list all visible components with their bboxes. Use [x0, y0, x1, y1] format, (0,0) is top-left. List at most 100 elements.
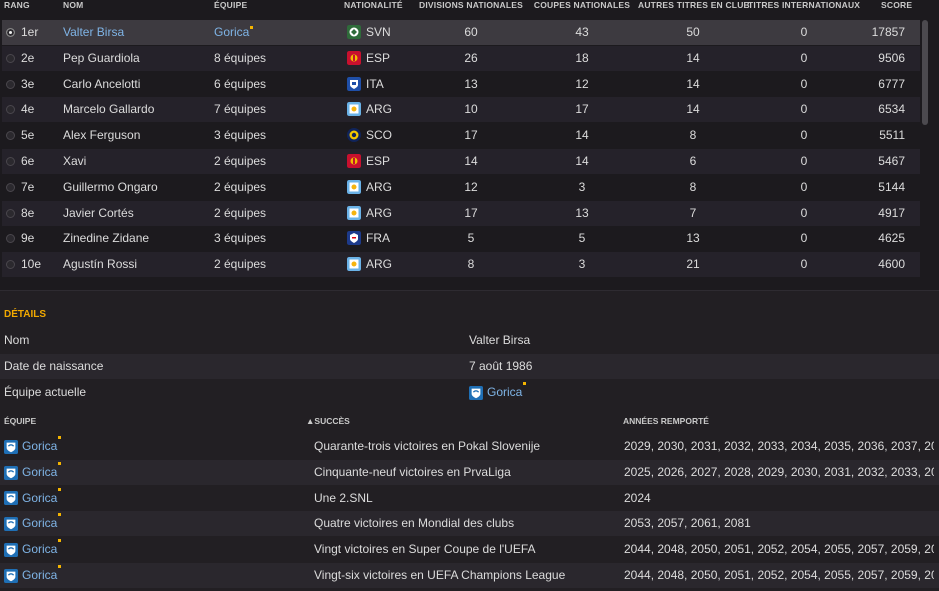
trophy-row[interactable]: Gorica Quatre victoires en Mondial des cl… [0, 511, 939, 537]
club-crest-icon [4, 543, 18, 558]
trophy-col-team-header[interactable]: ÉQUIPE [4, 416, 36, 426]
esp-flag-icon [347, 154, 361, 168]
table-row[interactable]: 7e Guillermo Ongaro 2 équipes ARG 12 3 8 0 5144 [2, 175, 920, 200]
score-cell: 6777 [878, 76, 905, 91]
score-cell: 6534 [878, 102, 905, 117]
divisions-cell: 26 [464, 50, 478, 65]
trophy-team-link[interactable]: Gorica [4, 511, 62, 536]
trophy-years: 2044, 2048, 2050, 2051, 2052, 2054, 2055… [624, 568, 934, 582]
club-crest-icon [4, 517, 18, 532]
score-cell: 4625 [878, 231, 905, 246]
details-row-team: Équipe actuelle Gorica [0, 380, 939, 405]
rank-cell: 8e [21, 205, 35, 220]
details-row-birth: Date de naissance 7 août 1986 [0, 354, 939, 379]
table-row[interactable]: 10e Agustín Rossi 2 équipes ARG 8 3 21 0 4600 [2, 252, 920, 278]
table-row[interactable]: 6e Xavi 2 équipes ESP 14 14 6 0 5467 [2, 149, 920, 174]
score-cell: 5511 [879, 128, 905, 143]
col-team-header[interactable]: ÉQUIPE [214, 0, 247, 16]
row-radio[interactable] [6, 131, 15, 141]
team-cell[interactable]: Gorica [214, 20, 249, 45]
table-row[interactable]: 3e Carlo Ancelotti 6 équipes ITA 13 12 14 0 6777 [2, 72, 920, 97]
rank-cell: 9e [21, 231, 35, 246]
arg-flag-icon [347, 205, 361, 220]
trophy-row[interactable]: Gorica Vingt-six victoires en UEFA Champi… [0, 563, 939, 588]
cups-cell: 5 [578, 231, 586, 246]
intl-titles-cell: 0 [800, 179, 808, 194]
trophy-team-name[interactable]: Gorica [22, 516, 57, 530]
manager-name-cell: Marcelo Gallardo [63, 102, 155, 117]
col-nationality-header[interactable]: NATIONALITÉ [344, 0, 403, 16]
col-score-header[interactable]: SCORE [881, 0, 912, 16]
trophy-team-link[interactable]: Gorica [4, 434, 62, 459]
other-titles-cell: 6 [689, 154, 697, 168]
nationality-cell: ESP [366, 50, 391, 65]
row-radio[interactable] [6, 79, 15, 89]
trophy-team-name[interactable]: Gorica [22, 542, 57, 556]
col-rank-header[interactable]: RANG [4, 0, 30, 16]
row-radio[interactable] [6, 105, 15, 115]
score-cell: 4917 [878, 205, 905, 220]
trophy-team-link[interactable]: Gorica [4, 460, 62, 485]
new-indicator [58, 565, 62, 568]
other-titles-cell: 8 [689, 128, 697, 143]
trophy-col-success-header[interactable]: ▲SUCCÈS [306, 416, 350, 426]
trophy-success: Cinquante-neuf victoires en PrvaLiga [314, 464, 511, 479]
cups-cell: 17 [575, 102, 589, 117]
row-radio[interactable] [6, 182, 15, 192]
scrollbar[interactable] [922, 20, 928, 125]
table-row[interactable]: 5e Alex Ferguson 3 équipes SCO 17 14 8 0 5511 [2, 123, 920, 148]
trophy-team-name[interactable]: Gorica [22, 465, 57, 479]
trophy-team-link[interactable]: Gorica [4, 486, 62, 511]
nationality-cell: ESP [366, 154, 391, 168]
team-cell: 2 équipes [214, 154, 267, 168]
table-row[interactable]: 9e Zinedine Zidane 3 équipes FRA 5 5 13 0 4625 [2, 226, 920, 251]
trophy-team-link[interactable]: Gorica [4, 563, 62, 588]
trophy-row[interactable]: Gorica Vingt victoires en Super Coupe de … [0, 537, 939, 562]
manager-name-cell: Agustín Rossi [63, 257, 138, 272]
details-team-value[interactable]: Gorica [487, 385, 522, 399]
team-cell: 2 équipes [214, 179, 267, 194]
row-radio[interactable] [6, 234, 15, 244]
manager-name-cell: Guillermo Ongaro [63, 179, 158, 194]
manager-name-cell[interactable]: Valter Birsa [63, 20, 124, 45]
row-radio[interactable] [6, 157, 15, 166]
trophy-row[interactable]: Gorica Une 2.SNL 2024 [0, 486, 939, 511]
trophy-team-name[interactable]: Gorica [22, 439, 57, 453]
col-name-header[interactable]: NOM [63, 0, 83, 16]
divisions-cell: 12 [464, 179, 478, 194]
table-row[interactable]: 8e Javier Cortés 2 équipes ARG 17 13 7 0 4917 [2, 200, 920, 226]
cups-cell: 3 [578, 257, 586, 272]
row-radio[interactable] [6, 208, 15, 218]
col-cups-header[interactable]: COUPES NATIONALES [527, 0, 637, 16]
new-indicator [58, 461, 62, 465]
details-title: DÉTAILS [4, 309, 47, 320]
new-indicator [58, 513, 62, 517]
club-crest-icon [4, 491, 18, 506]
row-radio[interactable] [6, 260, 15, 270]
col-intl-titles-header[interactable]: TITRES INTERNATIONAUX [748, 0, 860, 16]
details-team-link[interactable]: Gorica [469, 380, 527, 405]
row-radio[interactable] [6, 53, 15, 63]
nationality-cell: SVN [366, 25, 391, 39]
col-other-titles-header[interactable]: AUTRES TITRES EN CLUB [638, 0, 750, 16]
trophy-team-name[interactable]: Gorica [22, 568, 57, 582]
rank-cell: 1er [21, 25, 39, 39]
table-row[interactable]: 2e Pep Guardiola 8 équipes ESP 26 18 14 0 9506 [2, 45, 920, 71]
trophy-team-name[interactable]: Gorica [22, 491, 57, 505]
trophy-team-link[interactable]: Gorica [4, 537, 62, 562]
nationality-cell: FRA [366, 231, 390, 246]
trophy-row[interactable]: Gorica Quarante-trois victoires en Pokal … [0, 434, 939, 459]
table-row[interactable]: 4e Marcelo Gallardo 7 équipes ARG 10 17 14 0 653… [2, 97, 920, 123]
divider [0, 290, 939, 291]
other-titles-cell: 50 [686, 25, 700, 39]
row-radio[interactable] [6, 28, 15, 37]
trophy-years: 2024 [624, 490, 651, 505]
details-name-value: Valter Birsa [469, 333, 531, 347]
intl-titles-cell: 0 [800, 231, 808, 246]
table-row[interactable]: 1er Valter Birsa Gorica SVN 60 43 50 0 17857 [2, 20, 920, 45]
col-divisions-header[interactable]: DIVISIONS NATIONALES [416, 0, 526, 16]
trophy-col-years-header[interactable]: ANNÉES REMPORTÉ [623, 416, 709, 426]
manager-name-cell: Carlo Ancelotti [63, 76, 141, 91]
trophy-row[interactable]: Gorica Cinquante-neuf victoires en PrvaLi… [0, 459, 939, 485]
new-indicator [523, 382, 527, 385]
